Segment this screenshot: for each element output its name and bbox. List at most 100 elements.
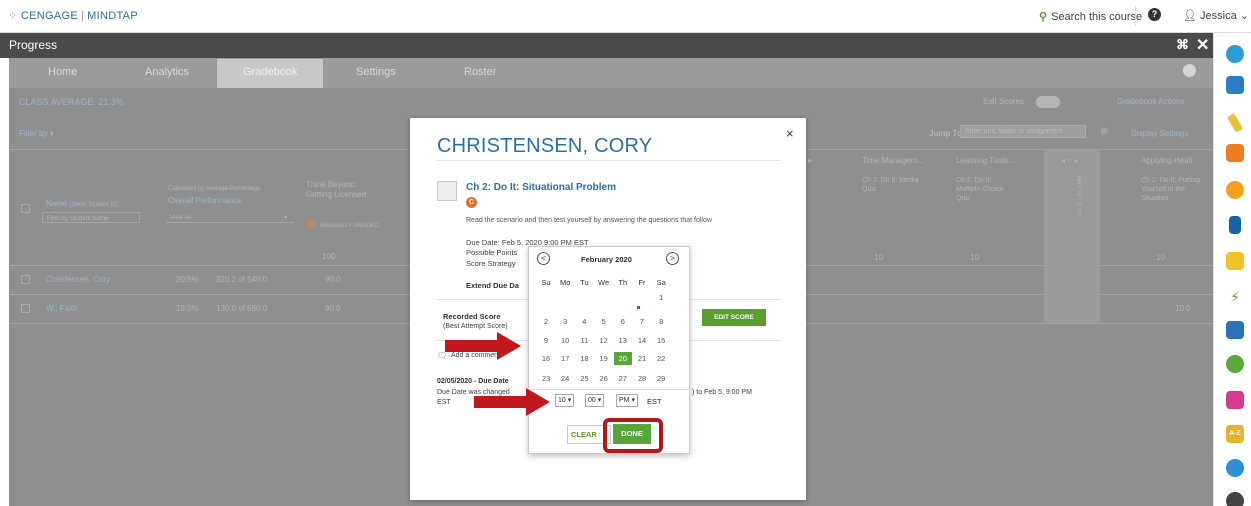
- column-nav-icon[interactable]: ▸: [808, 156, 812, 166]
- rss-icon[interactable]: [1226, 144, 1244, 162]
- calendar-day[interactable]: 14: [633, 334, 651, 347]
- minute-select[interactable]: 00 ▾: [585, 394, 605, 407]
- user-menu[interactable]: 👤︎ Jessica ⌄: [1183, 9, 1249, 22]
- tab-analytics[interactable]: Analytics: [145, 66, 189, 78]
- jump-to-input[interactable]: Enter unit, folder or assignment: [960, 125, 1086, 138]
- chat-icon[interactable]: [1226, 391, 1244, 409]
- edit-score-button[interactable]: EDIT SCORE: [702, 309, 766, 326]
- row-value[interactable]: 90.0: [325, 304, 341, 314]
- calendar-day[interactable]: 16: [537, 352, 555, 365]
- view-all-select[interactable]: View All ▾: [166, 212, 294, 223]
- calendar-day[interactable]: 24: [556, 372, 574, 385]
- possible-points-label: Possible Points: [466, 248, 518, 257]
- applying-health-header[interactable]: Applying Healt: [1141, 156, 1193, 166]
- putting-yourself-header[interactable]: Ch 2: Do It: Putting Yourself in the Sit…: [1141, 176, 1201, 203]
- tab-gradebook[interactable]: Gradebook: [243, 66, 297, 78]
- calendar-day[interactable]: 26: [595, 372, 613, 385]
- calendar-day[interactable]: 4: [575, 315, 593, 328]
- calendar-day[interactable]: 28: [633, 372, 651, 385]
- media-quiz-header[interactable]: Ch 2: Do It: Media Quiz: [862, 176, 922, 194]
- hour-select[interactable]: 10 ▾: [555, 394, 575, 407]
- notepad-icon[interactable]: [1226, 252, 1244, 270]
- time-management-header[interactable]: Time Managem...: [862, 156, 924, 166]
- calendar-day[interactable]: 20: [613, 352, 632, 365]
- calendar-day[interactable]: 2: [537, 315, 555, 328]
- search-app-icon[interactable]: [1226, 492, 1244, 506]
- student-name-link[interactable]: Christensen, Cory: [46, 275, 110, 284]
- filter-by-button[interactable]: Filter by ▾: [19, 129, 54, 138]
- calendar-day[interactable]: 17: [556, 352, 574, 365]
- number-six-icon[interactable]: [1226, 181, 1244, 199]
- points-value: 10: [1156, 253, 1165, 262]
- next-month-button[interactable]: >: [666, 252, 679, 265]
- calendar-day[interactable]: 3: [556, 315, 574, 328]
- calendar-day[interactable]: 12: [595, 334, 613, 347]
- calendar-day[interactable]: 15: [652, 334, 670, 347]
- jump-search-icon[interactable]: ⊕: [1100, 127, 1108, 137]
- select-all-checkbox[interactable]: [21, 204, 30, 213]
- row-checkbox[interactable]: [21, 304, 30, 313]
- mindapp-icon[interactable]: [1226, 45, 1244, 63]
- trend-icon[interactable]: [1226, 459, 1244, 477]
- calendar-day[interactable]: 29: [652, 372, 670, 385]
- s-app-icon[interactable]: [1226, 355, 1244, 373]
- extend-due-date-label[interactable]: Extend Due Da: [466, 281, 519, 290]
- calendar-day[interactable]: 18: [575, 352, 593, 365]
- life-skills-header[interactable]: Ch 2: Life Skills: [1076, 174, 1086, 215]
- row-checkbox[interactable]: [21, 275, 30, 284]
- annotation-arrow-icon: [445, 332, 521, 360]
- edit-scores-toggle[interactable]: [1036, 96, 1060, 108]
- overall-performance-header[interactable]: Overall Performance: [168, 196, 241, 205]
- close-panel-icon[interactable]: ✕: [1196, 35, 1209, 55]
- calendar-day[interactable]: 27: [614, 372, 632, 385]
- a-z-dictionary-icon[interactable]: A-Z: [1226, 425, 1244, 443]
- gear-icon[interactable]: [1183, 64, 1196, 77]
- annotation-arrow-icon: [474, 388, 550, 416]
- prev-month-button[interactable]: <: [537, 252, 550, 265]
- think-beyond-header[interactable]: Think Beyond Getting Licensed: [306, 180, 366, 200]
- book-icon[interactable]: [1229, 216, 1241, 234]
- help-icon[interactable]: ?: [1148, 8, 1161, 21]
- log-entry-title: 02/05/2020 - Due Date: [437, 378, 509, 385]
- tab-home[interactable]: Home: [48, 66, 77, 78]
- calendar-day[interactable]: 19: [595, 352, 613, 365]
- message-icon[interactable]: [1226, 321, 1244, 339]
- edit-scores-label: Edit Scores: [983, 97, 1024, 106]
- briefcase-icon[interactable]: [1226, 76, 1244, 94]
- display-settings-button[interactable]: Display Settings: [1131, 129, 1188, 138]
- ampm-select[interactable]: PM ▾: [616, 394, 638, 407]
- calendar-day[interactable]: 13: [614, 334, 632, 347]
- expand-icon[interactable]: ⌘: [1176, 37, 1189, 53]
- calendar-day[interactable]: 7: [633, 315, 651, 328]
- calendar-day[interactable]: 11: [575, 334, 593, 347]
- assignment-title-link[interactable]: Ch 2: Do It: Situational Problem: [466, 182, 616, 193]
- calendar-day[interactable]: 5: [595, 315, 613, 328]
- tab-settings[interactable]: Settings: [356, 66, 396, 78]
- divider: [528, 389, 690, 390]
- search-course-button[interactable]: ⚲ Search this course: [1039, 10, 1142, 23]
- row-value[interactable]: 10.0: [1175, 304, 1191, 314]
- calendar-day[interactable]: 23: [537, 372, 555, 385]
- gradebook-actions-button[interactable]: Gradebook Actions: [1117, 97, 1185, 106]
- close-icon[interactable]: ×: [786, 126, 794, 141]
- calendar-day[interactable]: 8: [652, 315, 670, 328]
- multiple-choice-header[interactable]: Ch 2: Do It: Multiple Choice Quiz: [956, 176, 1010, 203]
- filter-student-input[interactable]: Filter by Student Name: [42, 212, 140, 223]
- calendar-day[interactable]: 1: [652, 291, 670, 304]
- assignment-description: Read the scenario and then test yourself…: [466, 217, 712, 224]
- cengage-logo[interactable]: ⁘ CENGAGE | MINDTAP: [8, 9, 138, 22]
- calendar-day[interactable]: 21: [633, 352, 651, 365]
- column-nav-icon[interactable]: ◂ ○ ▸: [1061, 156, 1078, 166]
- tab-roster[interactable]: Roster: [464, 66, 496, 78]
- row-value[interactable]: 90.0: [325, 275, 341, 285]
- name-column-header[interactable]: Name (Show Student ID): [46, 199, 119, 208]
- calendar-day[interactable]: 10: [556, 334, 574, 347]
- calendar-day[interactable]: 25: [575, 372, 593, 385]
- chart-spark-icon[interactable]: ⚡︎: [1226, 288, 1244, 306]
- calendar-day[interactable]: 22: [652, 352, 670, 365]
- calendar-day[interactable]: 6: [614, 315, 632, 328]
- student-name-link[interactable]: W., Faith: [46, 304, 78, 313]
- day-of-week-label: Fr: [638, 278, 646, 287]
- learning-tools-header[interactable]: Learning Tools...: [956, 156, 1015, 166]
- calendar-day[interactable]: 9: [537, 334, 555, 347]
